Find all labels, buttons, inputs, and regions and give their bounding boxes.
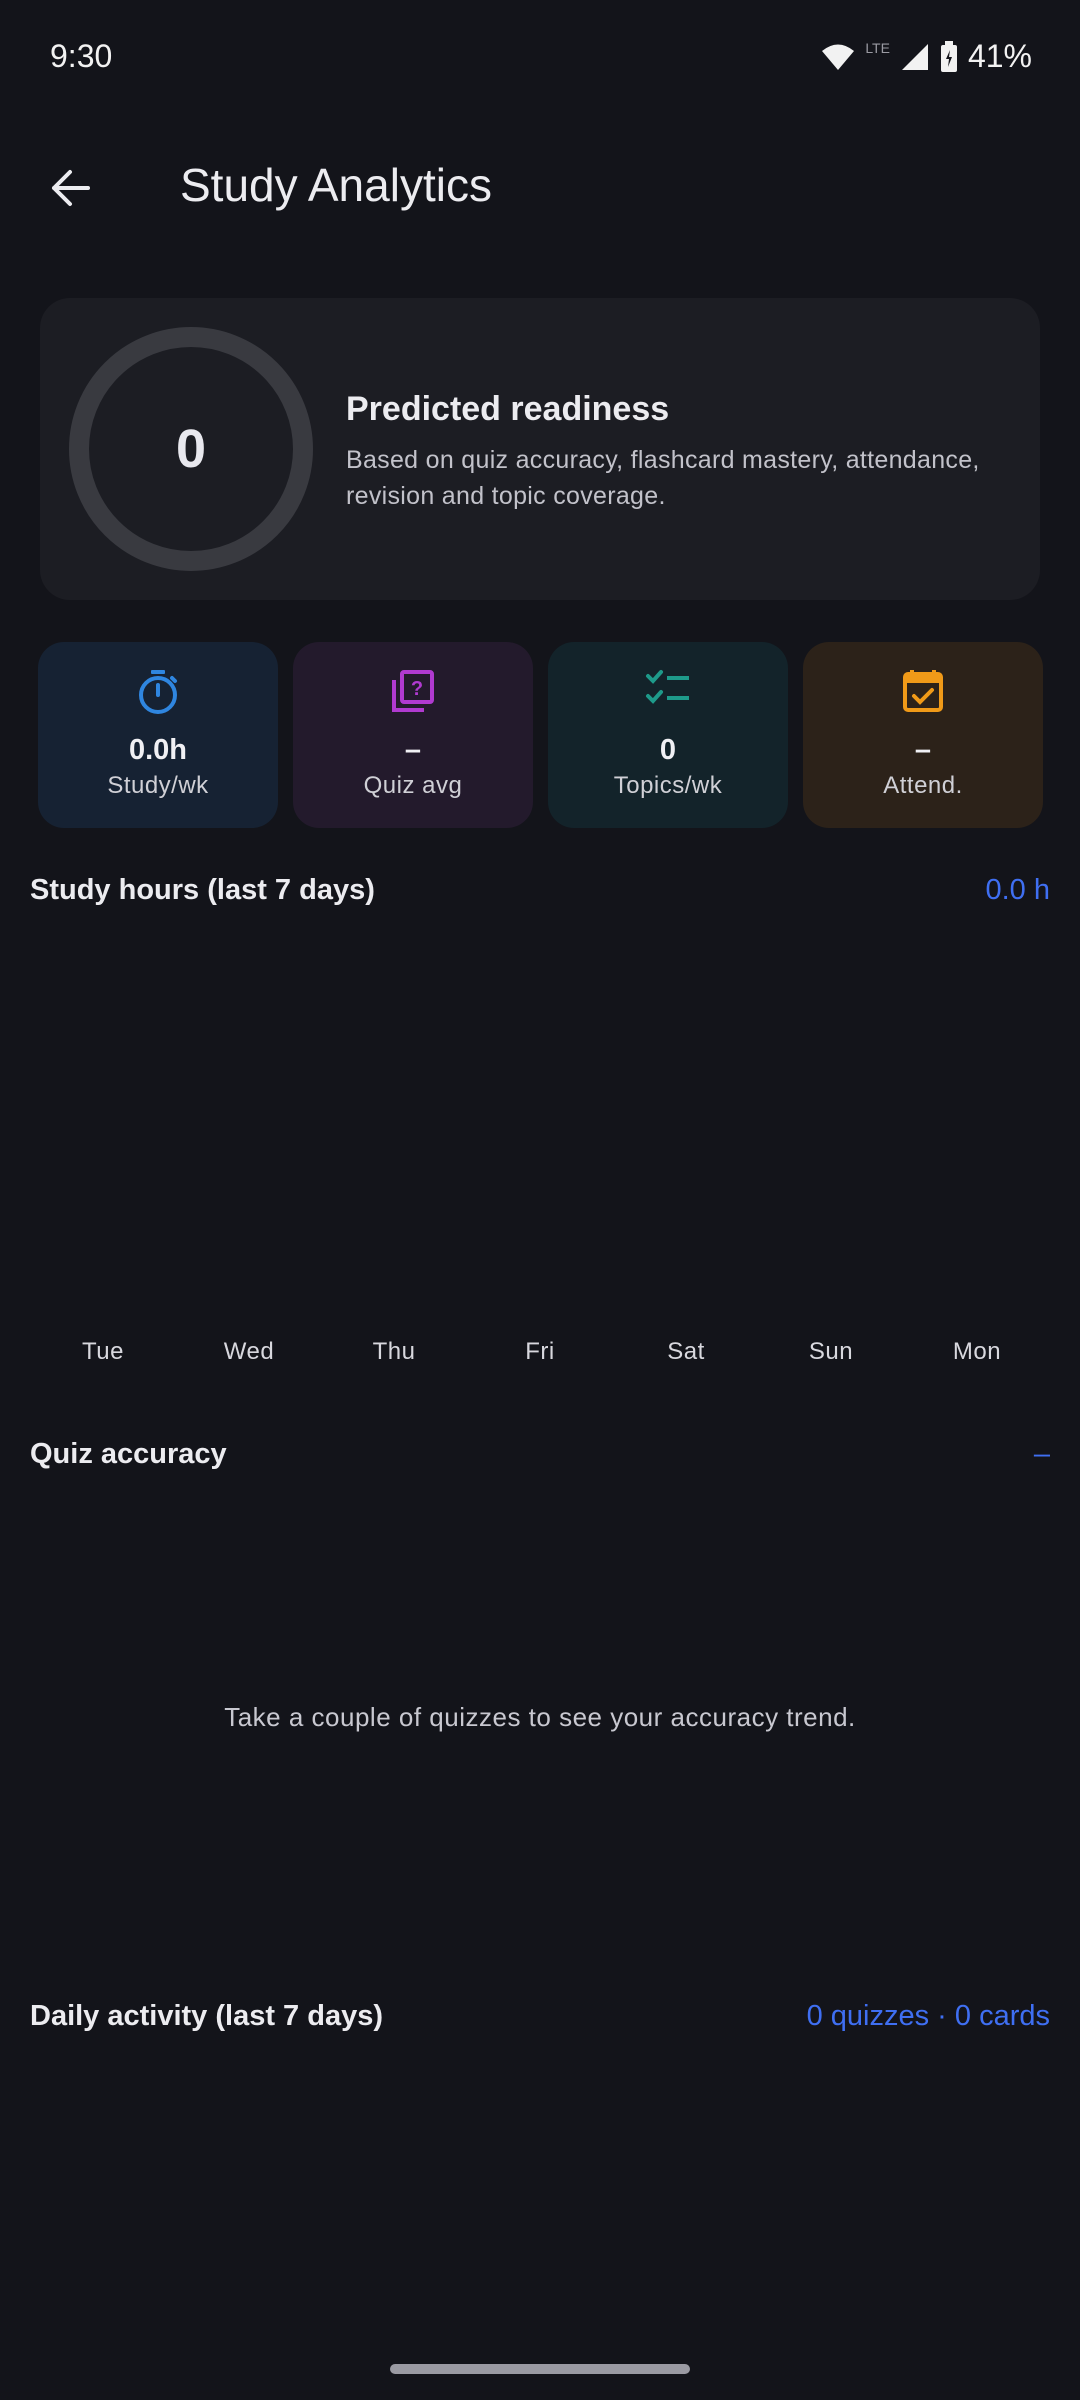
page-title: Study Analytics — [180, 159, 492, 211]
stat-tile-study[interactable]: 0.0h Study/wk — [38, 642, 278, 828]
lte-icon: LTE — [865, 39, 890, 56]
study-hours-total: 0.0 h — [985, 874, 1051, 906]
stat-value: 0 — [659, 734, 677, 766]
day-label: Sun — [808, 1338, 854, 1365]
day-label: Tue — [82, 1338, 124, 1365]
readiness-card: 0 Predicted readiness Based on quiz accu… — [40, 298, 1040, 600]
day-label: Wed — [223, 1338, 275, 1365]
day-label: Fri — [525, 1338, 555, 1365]
wifi-icon — [821, 42, 855, 72]
status-time: 9:30 — [50, 38, 113, 74]
stat-value: 0.0h — [128, 734, 188, 766]
study-hours-title: Study hours (last 7 days) — [30, 874, 375, 906]
stat-tile-attendance[interactable]: – Attend. — [803, 642, 1043, 828]
stat-tile-quiz[interactable]: ? – Quiz avg — [293, 642, 533, 828]
stat-label: Study/wk — [107, 772, 209, 799]
svg-text:?: ? — [411, 678, 423, 700]
quiz-accuracy-value: – — [1033, 1438, 1050, 1470]
battery-percent: 41% — [967, 38, 1032, 74]
back-button[interactable] — [30, 150, 110, 230]
calendar-check-icon — [902, 668, 944, 719]
status-icons: LTE 41% — [821, 38, 1032, 75]
stat-label: Quiz avg — [363, 772, 463, 799]
checklist-icon — [645, 668, 691, 713]
daily-activity-summary: 0 quizzes · 0 cards — [806, 2000, 1050, 2032]
quiz-accuracy-title: Quiz accuracy — [30, 1438, 227, 1470]
day-label: Thu — [372, 1338, 416, 1365]
stat-label: Topics/wk — [613, 772, 723, 799]
stat-value: – — [914, 734, 932, 766]
day-label: Sat — [667, 1338, 705, 1365]
home-indicator[interactable] — [390, 2364, 690, 2374]
quiz-icon: ? — [390, 668, 436, 719]
timer-icon — [136, 668, 180, 721]
stat-value: – — [404, 734, 422, 766]
battery-icon — [940, 40, 958, 73]
stat-label: Attend. — [883, 772, 963, 799]
stat-tile-topics[interactable]: 0 Topics/wk — [548, 642, 788, 828]
arrow-back-icon — [48, 168, 92, 213]
readiness-description: Based on quiz accuracy, flashcard master… — [346, 446, 980, 510]
daily-activity-title: Daily activity (last 7 days) — [30, 2000, 383, 2032]
readiness-score: 0 — [175, 419, 207, 479]
readiness-title: Predicted readiness — [346, 390, 670, 428]
signal-icon — [900, 42, 930, 72]
quiz-accuracy-empty-message: Take a couple of quizzes to see your acc… — [224, 1702, 856, 1732]
day-label: Mon — [952, 1338, 1002, 1365]
